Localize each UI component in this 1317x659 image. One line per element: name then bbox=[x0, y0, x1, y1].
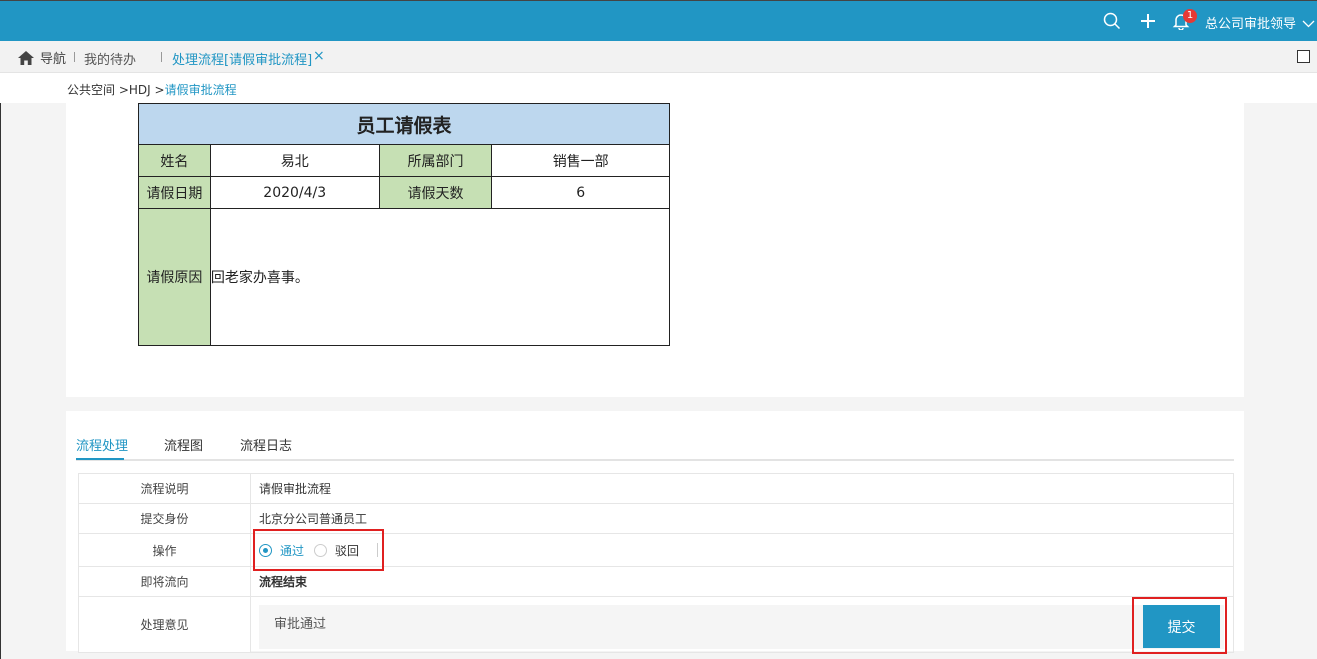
nav-button[interactable]: 导航 bbox=[18, 48, 66, 67]
identity-label: 提交身份 bbox=[78, 503, 251, 534]
opinion-label: 处理意见 bbox=[78, 596, 251, 653]
breadcrumb-sep: > bbox=[150, 83, 165, 97]
window-edge bbox=[0, 103, 1, 659]
breadcrumb: 公共空间 >HDJ >请假审批流程 bbox=[67, 81, 237, 98]
op-label: 操作 bbox=[78, 533, 251, 567]
tab-process-log[interactable]: 流程日志 bbox=[240, 435, 292, 454]
tab-process-chart[interactable]: 流程图 bbox=[164, 435, 203, 454]
name-label: 姓名 bbox=[138, 144, 211, 177]
reason-label: 请假原因 bbox=[138, 208, 211, 346]
tab-process-flow[interactable]: 处理流程[请假审批流程] bbox=[172, 49, 312, 68]
top-bar: 1 总公司审批领导 bbox=[0, 0, 1317, 41]
breadcrumb-sep: > bbox=[115, 83, 129, 97]
dept-label: 所属部门 bbox=[378, 144, 493, 177]
breadcrumb-root[interactable]: 公共空间 bbox=[67, 83, 115, 97]
active-tab-indicator bbox=[76, 458, 124, 460]
breadcrumb-mid[interactable]: HDJ bbox=[129, 83, 151, 97]
search-icon[interactable] bbox=[1103, 12, 1121, 30]
name-value: 易北 bbox=[209, 144, 380, 177]
tab-divider bbox=[74, 52, 75, 62]
date-value: 2020/4/3 bbox=[209, 176, 380, 209]
tab-divider bbox=[161, 52, 162, 62]
close-icon[interactable]: × bbox=[313, 48, 325, 64]
maximize-icon[interactable] bbox=[1297, 50, 1310, 63]
breadcrumb-bar: 公共空间 >HDJ >请假审批流程 bbox=[0, 73, 1317, 103]
nav-label: 导航 bbox=[40, 52, 67, 67]
process-tabs: 流程处理 流程图 流程日志 bbox=[76, 433, 1234, 461]
form-title: 员工请假表 bbox=[138, 103, 670, 145]
user-name: 总公司审批领导 bbox=[1205, 17, 1297, 32]
desc-value: 请假审批流程 bbox=[250, 473, 1234, 504]
next-label: 即将流向 bbox=[78, 566, 251, 597]
notification-badge: 1 bbox=[1183, 9, 1197, 23]
identity-value: 北京分公司普通员工 bbox=[250, 503, 1234, 534]
next-value: 流程结束 bbox=[250, 566, 1234, 597]
tab-process-handle[interactable]: 流程处理 bbox=[76, 435, 128, 454]
home-icon bbox=[18, 50, 34, 65]
leave-form-table: 员工请假表 姓名 易北 所属部门 销售一部 请假日期 2020/4/3 请假天数… bbox=[138, 103, 671, 346]
tab-bar: 导航 我的待办 处理流程[请假审批流程] × bbox=[0, 41, 1317, 73]
opinion-textarea[interactable]: 审批通过 bbox=[259, 605, 1224, 649]
highlight-box-operation bbox=[253, 529, 384, 571]
days-value: 6 bbox=[491, 176, 670, 209]
desc-label: 流程说明 bbox=[78, 473, 251, 504]
user-menu[interactable]: 总公司审批领导 bbox=[1205, 13, 1315, 32]
reason-value: 回老家办喜事。 bbox=[209, 208, 671, 346]
date-label: 请假日期 bbox=[138, 176, 211, 209]
dept-value: 销售一部 bbox=[491, 144, 670, 177]
form-panel: 员工请假表 姓名 易北 所属部门 销售一部 请假日期 2020/4/3 请假天数… bbox=[66, 103, 1244, 397]
add-icon[interactable] bbox=[1139, 12, 1157, 30]
tab-my-todo[interactable]: 我的待办 bbox=[84, 49, 136, 68]
chevron-down-icon bbox=[1302, 17, 1315, 31]
op-options: 通过 驳回 bbox=[250, 533, 1234, 567]
days-label: 请假天数 bbox=[378, 176, 493, 209]
breadcrumb-current: 请假审批流程 bbox=[164, 83, 237, 97]
submit-button[interactable]: 提交 bbox=[1143, 605, 1220, 648]
